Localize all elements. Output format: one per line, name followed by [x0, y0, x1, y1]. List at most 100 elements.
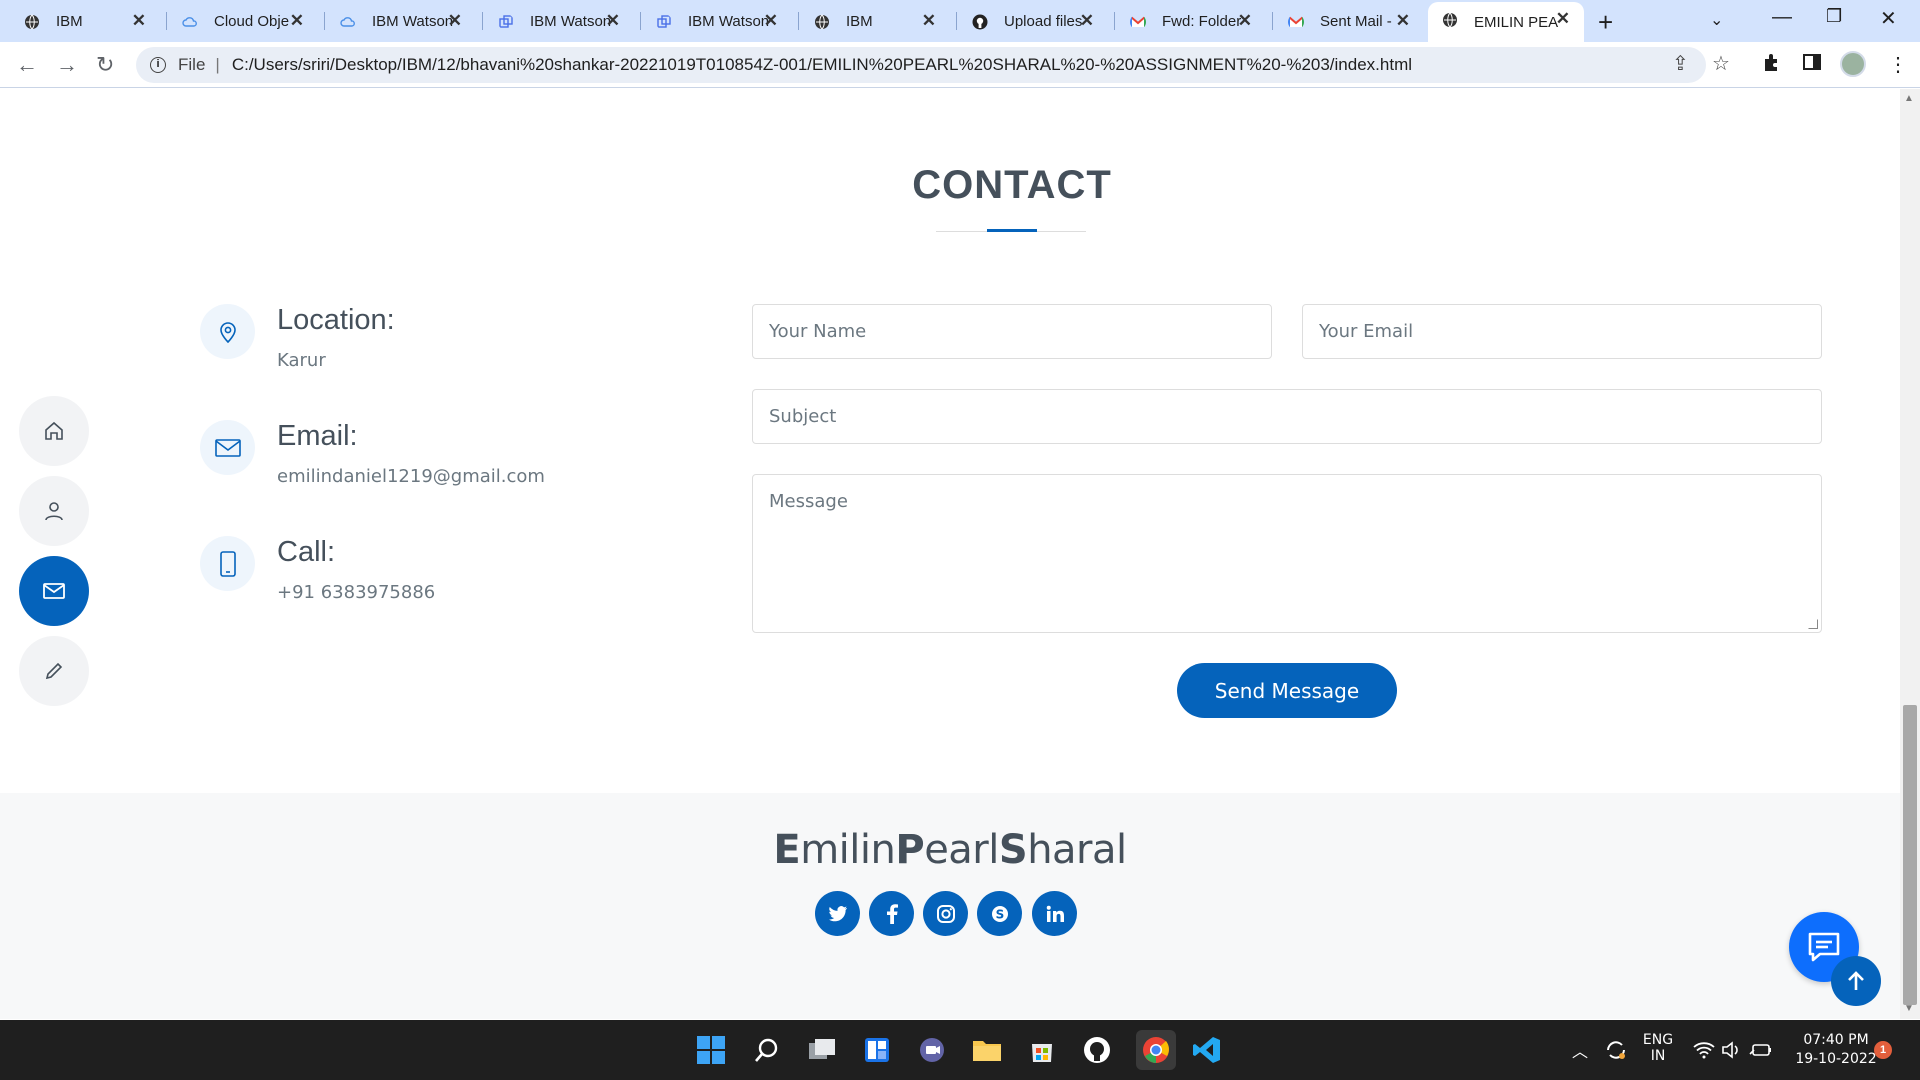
menu-kebab-icon[interactable]: ⋮ [1888, 52, 1908, 77]
close-icon[interactable]: ✕ [1396, 11, 1410, 31]
reload-icon[interactable]: ↻ [96, 52, 114, 78]
info-icon[interactable]: i [150, 57, 166, 73]
email-value[interactable]: emilindaniel1219@gmail.com [277, 466, 545, 487]
close-icon[interactable]: ✕ [448, 11, 462, 31]
tab-search-chevron-icon[interactable]: ⌄ [1710, 10, 1723, 30]
email-placeholder: Your Email [1319, 321, 1414, 342]
send-message-button[interactable]: Send Message [1177, 663, 1397, 718]
clock[interactable]: 07:40 PM 19-10-2022 [1788, 1031, 1884, 1069]
call-label: Call: [277, 536, 336, 568]
new-tab-plus-icon[interactable]: + [1598, 7, 1613, 38]
notification-badge[interactable]: 1 [1874, 1041, 1892, 1059]
envelope-icon [200, 420, 255, 475]
omnibox[interactable]: i File | C:/Users/sriri/Desktop/IBM/12/b… [136, 47, 1706, 83]
facebook-link[interactable] [869, 891, 914, 936]
location-label: Location: [277, 304, 395, 336]
tab-ibm-watson-2[interactable]: IBM Watson ✕ [474, 4, 634, 38]
restore-icon[interactable]: ❐ [1826, 6, 1842, 27]
twitter-link[interactable] [815, 891, 860, 936]
close-icon[interactable]: ✕ [1080, 11, 1094, 31]
nav-home-button[interactable] [19, 396, 89, 466]
close-icon[interactable]: ✕ [132, 11, 146, 31]
window-close-icon[interactable]: ✕ [1880, 6, 1897, 31]
email-input[interactable]: Your Email [1302, 304, 1822, 359]
microsoft-store-icon[interactable] [1026, 1034, 1058, 1066]
subject-placeholder: Subject [769, 406, 837, 427]
volume-icon[interactable] [1716, 1034, 1748, 1066]
brand-part: haral [1027, 827, 1127, 873]
file-explorer-icon[interactable] [971, 1034, 1003, 1066]
skype-icon: S [991, 905, 1008, 922]
cloud-icon [340, 17, 355, 27]
back-to-top-button[interactable] [1831, 956, 1881, 1006]
vscode-icon[interactable] [1191, 1034, 1223, 1066]
show-hidden-icons-chevron[interactable]: ︿ [1572, 1038, 1588, 1062]
tab-cloud-object[interactable]: Cloud Obje ✕ [158, 4, 318, 38]
tab-fwd-folder[interactable]: Fwd: Folder ✕ [1106, 4, 1266, 38]
side-panel-icon[interactable] [1802, 52, 1822, 78]
share-icon[interactable]: ⇪ [1672, 51, 1689, 76]
subject-input[interactable]: Subject [752, 389, 1822, 444]
nav-about-button[interactable] [19, 476, 89, 546]
scroll-up-arrow-icon[interactable]: ▲ [1904, 93, 1914, 104]
sync-icon[interactable] [1600, 1034, 1632, 1066]
nav-contact-button[interactable] [19, 556, 89, 626]
tab-sent-mail[interactable]: Sent Mail - ✕ [1264, 4, 1424, 38]
close-icon[interactable]: ✕ [290, 11, 304, 31]
close-icon[interactable]: ✕ [1556, 9, 1570, 29]
call-value[interactable]: +91 6383975886 [277, 582, 435, 603]
person-icon [45, 502, 63, 521]
url-text[interactable]: C:/Users/sriri/Desktop/IBM/12/bhavani%20… [232, 55, 1412, 75]
tab-ibm-watson-1[interactable]: IBM Watson ✕ [316, 4, 476, 38]
scrollbar-thumb[interactable] [1903, 705, 1917, 1005]
home-icon [45, 421, 63, 440]
search-icon[interactable] [751, 1034, 783, 1066]
tab-emilin-pearl[interactable]: EMILIN PEA ✕ [1428, 2, 1584, 42]
chrome-icon[interactable] [1136, 1030, 1176, 1070]
email-label: Email: [277, 420, 358, 452]
language-indicator[interactable]: ENG IN [1638, 1032, 1678, 1064]
tab-ibm-1[interactable]: IBM ✕ [0, 4, 160, 38]
scroll-down-arrow-icon[interactable]: ▼ [1904, 1003, 1914, 1014]
language-code: ENG [1642, 1032, 1674, 1048]
address-toolbar: ← → ↻ i File | C:/Users/sriri/Desktop/IB… [0, 42, 1920, 88]
email-info: Email: emilindaniel1219@gmail.com [200, 420, 720, 500]
profile-avatar[interactable] [1840, 51, 1866, 77]
extensions-puzzle-icon[interactable] [1762, 52, 1782, 78]
brand-part: earl [924, 827, 999, 873]
tab-upload-files[interactable]: Upload files ✕ [948, 4, 1108, 38]
linkedin-link[interactable] [1032, 891, 1077, 936]
resize-grip-icon[interactable] [1808, 619, 1818, 629]
github-desktop-icon[interactable] [1081, 1034, 1113, 1066]
close-icon[interactable]: ✕ [764, 11, 778, 31]
tab-ibm-2[interactable]: IBM ✕ [790, 4, 950, 38]
close-icon[interactable]: ✕ [606, 11, 620, 31]
nav-edit-button[interactable] [19, 636, 89, 706]
widgets-icon[interactable] [861, 1034, 893, 1066]
tab-ibm-watson-3[interactable]: IBM Watson ✕ [632, 4, 792, 38]
teams-chat-icon[interactable] [916, 1034, 948, 1066]
close-icon[interactable]: ✕ [1238, 11, 1252, 31]
region-code: IN [1650, 1048, 1666, 1064]
back-arrow-icon[interactable]: ← [16, 52, 38, 78]
name-placeholder: Your Name [769, 321, 867, 342]
footer: EmilinPearlSharal S [0, 793, 1900, 1019]
footer-brand: EmilinPearlSharal [0, 827, 1900, 873]
battery-icon[interactable] [1745, 1034, 1777, 1066]
windows-taskbar: ︿ ENG IN 07:40 PM 19-10-2022 [0, 1020, 1920, 1080]
call-info: Call: +91 6383975886 [200, 536, 720, 616]
task-view-icon[interactable] [806, 1034, 838, 1066]
bookmark-star-icon[interactable]: ☆ [1712, 51, 1730, 76]
name-input[interactable]: Your Name [752, 304, 1272, 359]
close-icon[interactable]: ✕ [922, 11, 936, 31]
pencil-icon [45, 662, 63, 680]
forward-arrow-icon[interactable]: → [56, 52, 78, 78]
message-textarea[interactable]: Message [752, 474, 1822, 633]
minimize-icon[interactable]: — [1772, 6, 1792, 29]
instagram-link[interactable] [923, 891, 968, 936]
phone-icon [200, 536, 255, 591]
page-scrollbar[interactable]: ▲ ▼ [1900, 89, 1920, 1019]
skype-link[interactable]: S [977, 891, 1022, 936]
svg-text:S: S [995, 907, 1004, 921]
windows-start-icon[interactable] [695, 1034, 727, 1066]
